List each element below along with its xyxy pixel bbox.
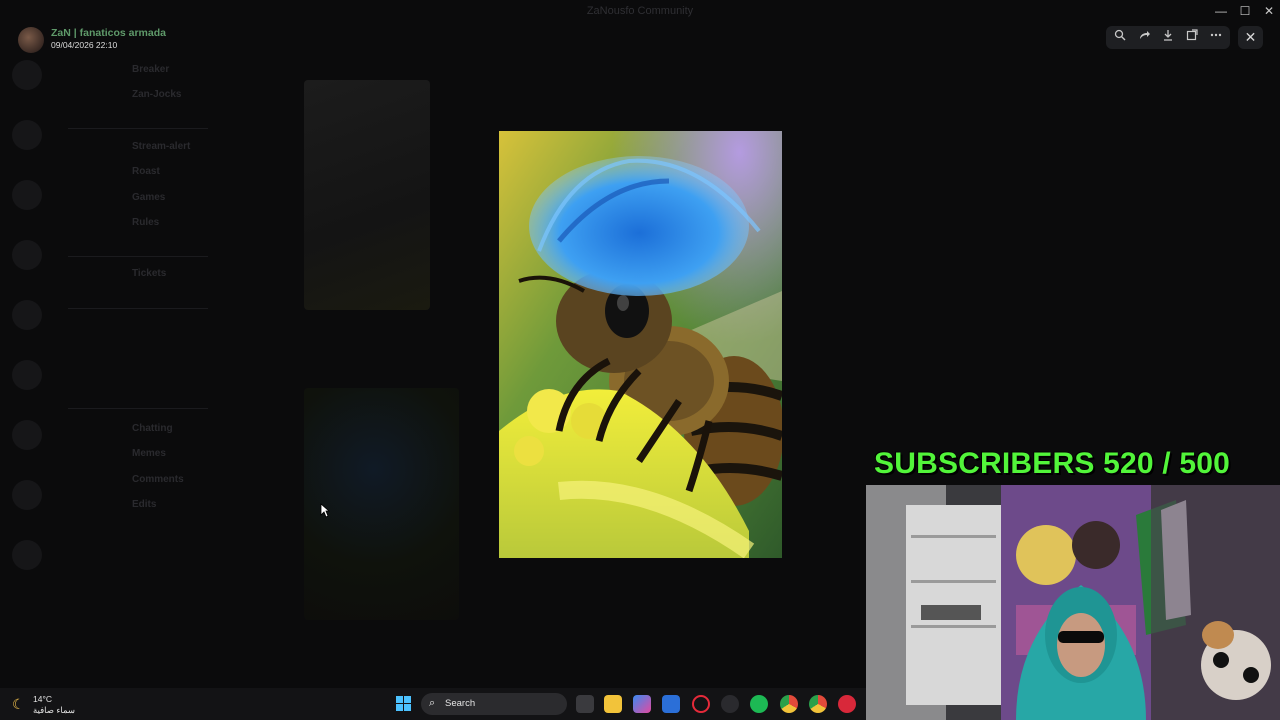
- open-external-icon[interactable]: [1183, 29, 1201, 46]
- uploader-name[interactable]: ZaN | fanaticos armada: [51, 27, 166, 39]
- viewer-close-button[interactable]: ✕: [1238, 26, 1263, 49]
- server-icon: [12, 540, 42, 570]
- upload-timestamp: 09/04/2026 22:10: [51, 40, 118, 50]
- chrome-profile-icon[interactable]: [809, 695, 827, 713]
- channel-item[interactable]: Tickets: [132, 268, 166, 279]
- message-image[interactable]: [304, 80, 430, 310]
- channel-item[interactable]: Zan-Jocks: [132, 89, 181, 100]
- image-viewer-toolbar: [1106, 26, 1230, 49]
- channel-item[interactable]: Edits: [132, 499, 156, 510]
- weather-temperature[interactable]: 14°C: [33, 694, 52, 704]
- server-icon: [12, 120, 42, 150]
- forward-icon[interactable]: [1135, 29, 1153, 46]
- spotify-icon[interactable]: [750, 695, 768, 713]
- channel-item[interactable]: Roast: [132, 166, 160, 177]
- divider: [68, 128, 208, 129]
- store-icon[interactable]: [662, 695, 680, 713]
- search-input[interactable]: ⌕ Search: [421, 693, 567, 715]
- avatar[interactable]: [18, 27, 44, 53]
- server-icon: [12, 300, 42, 330]
- window-title: ZaNousfo Community: [586, 5, 694, 17]
- search-placeholder: Search: [445, 698, 476, 709]
- task-view-icon[interactable]: [576, 695, 594, 713]
- opera-icon[interactable]: [692, 695, 710, 713]
- weather-description[interactable]: سماء صافية: [33, 705, 75, 716]
- server-icon: [12, 240, 42, 270]
- minimize-button[interactable]: —: [1208, 3, 1234, 19]
- webcam-feed: [866, 485, 1280, 720]
- copilot-icon[interactable]: [633, 695, 651, 713]
- mouse-cursor-icon: [320, 503, 330, 518]
- search-icon: ⌕: [429, 697, 436, 709]
- zoom-icon[interactable]: [1111, 29, 1129, 46]
- divider: [68, 408, 208, 409]
- window-close-button[interactable]: ✕: [1256, 3, 1280, 19]
- channel-item[interactable]: Games: [132, 192, 165, 203]
- subscribers-counter: SUBSCRIBERS 520 / 500: [874, 447, 1231, 480]
- server-icon: [12, 60, 42, 90]
- channel-item[interactable]: Stream-alert: [132, 141, 190, 152]
- more-icon[interactable]: [1207, 29, 1225, 46]
- download-icon[interactable]: [1159, 29, 1177, 46]
- channel-item[interactable]: Memes: [132, 448, 166, 459]
- windows-start-icon[interactable]: [396, 696, 412, 712]
- server-icon: [12, 420, 42, 450]
- taskbar: ☾ 14°C سماء صافية ⌕ Search: [0, 688, 866, 720]
- divider: [68, 256, 208, 257]
- title-bar: ZaNousfo Community — ☐ ✕: [0, 0, 1280, 22]
- moon-icon[interactable]: ☾: [12, 696, 25, 713]
- channel-item[interactable]: Breaker: [132, 64, 169, 75]
- app-icon[interactable]: [838, 695, 856, 713]
- obs-icon[interactable]: [721, 695, 739, 713]
- file-explorer-icon[interactable]: [604, 695, 622, 713]
- channel-item[interactable]: Chatting: [132, 423, 173, 434]
- server-icon: [12, 480, 42, 510]
- server-icon: [12, 360, 42, 390]
- channel-item[interactable]: Rules: [132, 217, 159, 228]
- chrome-icon[interactable]: [780, 695, 798, 713]
- bee-picture: [499, 131, 782, 558]
- viewer-image[interactable]: [499, 131, 782, 558]
- uploader-header: ZaN | fanaticos armada 09/04/2026 22:10: [16, 25, 276, 53]
- maximize-button[interactable]: ☐: [1232, 3, 1258, 19]
- server-icon: [12, 180, 42, 210]
- divider: [68, 308, 208, 309]
- channel-item[interactable]: Comments: [132, 474, 184, 485]
